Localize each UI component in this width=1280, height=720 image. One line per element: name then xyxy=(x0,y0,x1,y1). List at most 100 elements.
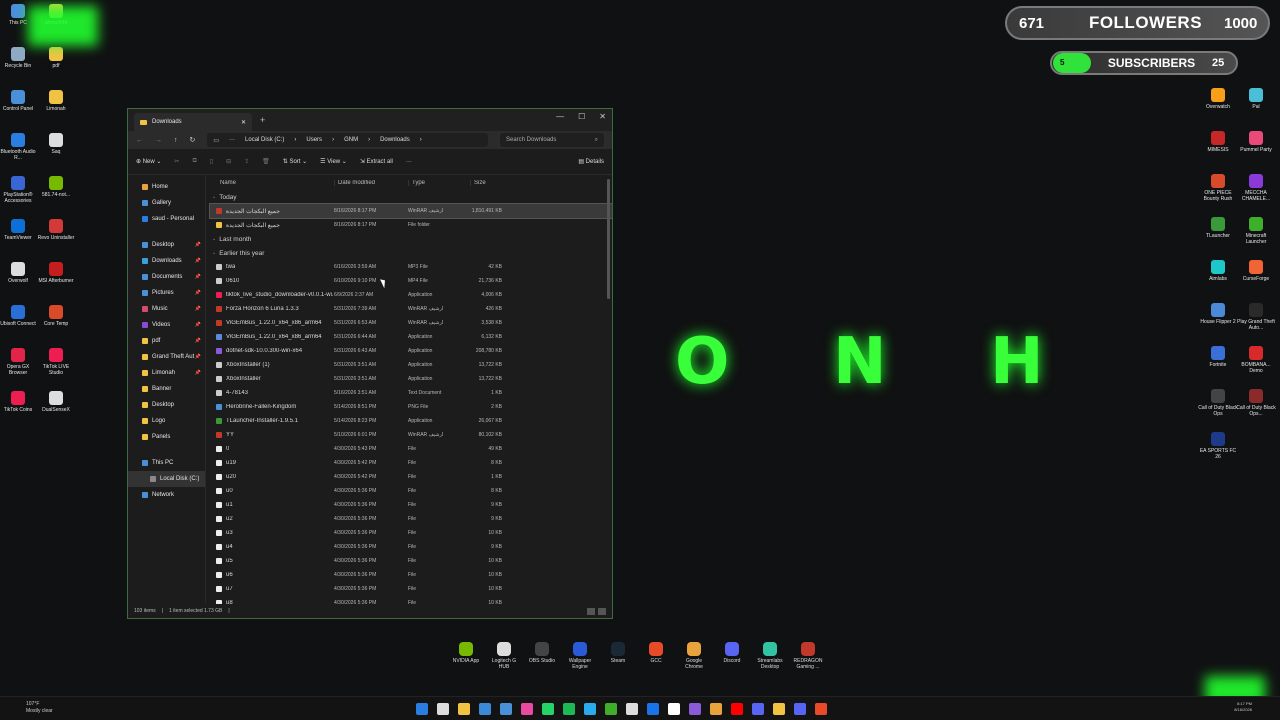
desktop-icon-pummel-party[interactable]: Pummel Party xyxy=(1236,131,1276,153)
desktop-icon-tiktok-live-studio[interactable]: TikTok LIVE Studio xyxy=(36,348,76,376)
file-row[interactable]: جميع البكجات الجديدة 8/16/2026 8:17 PM Fil… xyxy=(210,218,612,232)
taskbar-app-icon[interactable] xyxy=(500,703,512,715)
nav-item-limonah[interactable]: Limonah 📌 xyxy=(128,365,205,381)
file-row[interactable]: ViGEmBus_1.22.0_x64_x86_arm64 5/31/2026 6… xyxy=(210,330,612,344)
shortcut-redragon-gaming[interactable]: REDRAGON Gaming ... xyxy=(792,642,824,670)
file-row[interactable]: 0610 6/10/2026 9:10 PM MP4 File 21,736 KB xyxy=(210,274,612,288)
desktop-icon-aimlabs[interactable]: Aimlabs xyxy=(1198,260,1238,282)
file-row[interactable]: جميع البكجات الجديدة 8/16/2026 8:17 PM Win… xyxy=(209,203,612,219)
nav-item-network[interactable]: Network xyxy=(128,487,205,503)
column-size[interactable]: Size xyxy=(470,179,502,186)
back-icon[interactable]: ← xyxy=(136,137,143,144)
minimize-icon[interactable]: — xyxy=(556,112,564,121)
taskbar-app-icon[interactable] xyxy=(689,703,701,715)
desktop-icon-house-flipper-2[interactable]: House Flipper 2 xyxy=(1198,303,1238,325)
view-button[interactable]: ☰ View ⌄ xyxy=(320,158,347,165)
file-row[interactable]: u4 4/30/2026 5:36 PM File 9 KB xyxy=(210,540,612,554)
close-tab-icon[interactable]: ✕ xyxy=(241,119,246,126)
rename-icon[interactable]: ⊟ xyxy=(226,158,231,165)
desktop-icon-fortnite[interactable]: Fortnite xyxy=(1198,346,1238,368)
shortcut-logitech-g-hub[interactable]: Logitech G HUB xyxy=(488,642,520,670)
nav-item-grand-theft-aut[interactable]: Grand Theft Aut 📌 xyxy=(128,349,205,365)
share-icon[interactable]: ⇪ xyxy=(244,158,249,165)
nav-item-local-disk-c[interactable]: Local Disk (C:) xyxy=(128,471,205,487)
desktop-icon-pal[interactable]: Pal xyxy=(1236,88,1276,110)
desktop-icon-overwolf[interactable]: Overwolf xyxy=(0,262,38,284)
tab-downloads[interactable]: Downloads ✕ xyxy=(134,113,252,131)
desktop-icon-msi-afterburner[interactable]: MSI Afterburner xyxy=(36,262,76,284)
file-row[interactable]: XboxInstaller 5/31/2026 3:51 AM Applicatio… xyxy=(210,372,612,386)
tiles-view-icon[interactable] xyxy=(598,607,606,615)
desktop-icon-overwatch[interactable]: Overwatch xyxy=(1198,88,1238,110)
nav-item-videos[interactable]: Videos 📌 xyxy=(128,317,205,333)
taskbar-app-icon[interactable] xyxy=(437,703,449,715)
desktop-icon-call-of-duty-black-ops[interactable]: Call of Duty Black Ops... xyxy=(1236,389,1276,417)
file-row[interactable]: twa 6/16/2026 3:59 AM MP3 File 42 KB xyxy=(210,260,612,274)
up-icon[interactable]: ↑ xyxy=(174,137,178,144)
desktop-icon-bombana-demo[interactable]: BOMBANA... Demo xyxy=(1236,346,1276,374)
nav-item-panels[interactable]: Panels xyxy=(128,429,205,445)
breadcrumb-gnm[interactable]: GNM xyxy=(344,137,358,143)
nav-item-desktop[interactable]: Desktop xyxy=(128,397,205,413)
file-row[interactable]: u7 4/30/2026 5:36 PM File 10 KB xyxy=(210,582,612,596)
desktop-icon-playstation-accessories[interactable]: PlayStation® Accessories xyxy=(0,176,38,204)
search-input[interactable]: Search Downloads ⌕ xyxy=(500,133,604,147)
desktop-icon-saq[interactable]: Saq xyxy=(36,133,76,155)
weather-widget[interactable]: 107°F Mostly clear xyxy=(26,701,53,715)
taskbar-app-icon[interactable] xyxy=(521,703,533,715)
desktop-icon-revo-uninstaller[interactable]: Revo Uninstaller xyxy=(36,219,76,241)
details-button[interactable]: ▤ Details xyxy=(578,158,604,165)
nav-item-documents[interactable]: Documents 📌 xyxy=(128,269,205,285)
shortcut-gcc[interactable]: GCC xyxy=(640,642,672,670)
taskbar-app-icon[interactable] xyxy=(458,703,470,715)
desktop-icon-curseforge[interactable]: CurseForge xyxy=(1236,260,1276,282)
file-row[interactable]: u3 4/30/2026 5:36 PM File 10 KB xyxy=(210,526,612,540)
details-view-icon[interactable] xyxy=(587,607,595,615)
desktop-icon-ubisoft-connect[interactable]: Ubisoft Connect xyxy=(0,305,38,327)
taskbar-app-icon[interactable] xyxy=(710,703,722,715)
nav-item-home[interactable]: Home xyxy=(128,179,205,195)
shortcut-discord[interactable]: Discord xyxy=(716,642,748,670)
file-row[interactable]: u6 4/30/2026 5:36 PM File 10 KB xyxy=(210,568,612,582)
desktop-icon-call-of-duty-black-ops[interactable]: Call of Duty Black Ops xyxy=(1198,389,1238,417)
shortcut-nvidia-app[interactable]: NVIDIA App xyxy=(450,642,482,670)
desktop-icon-mimesis[interactable]: MIMESIS xyxy=(1198,131,1238,153)
nav-item-banner[interactable]: Banner xyxy=(128,381,205,397)
nav-item-this-pc[interactable]: This PC xyxy=(128,455,205,471)
desktop-icon-recycle-bin[interactable]: Recycle Bin xyxy=(0,47,38,69)
new-tab-button[interactable]: + xyxy=(260,115,265,125)
breadcrumb-c[interactable]: Local Disk (C:) xyxy=(245,137,284,143)
taskbar-app-icon[interactable] xyxy=(479,703,491,715)
close-icon[interactable]: ✕ xyxy=(599,112,606,121)
nav-item-pictures[interactable]: Pictures 📌 xyxy=(128,285,205,301)
cut-icon[interactable]: ✂ xyxy=(174,158,179,165)
taskbar-app-icon[interactable] xyxy=(542,703,554,715)
refresh-icon[interactable]: ↻ xyxy=(190,136,196,144)
column-date-modified[interactable]: Date modified xyxy=(334,179,408,186)
file-row[interactable]: 0 4/30/2026 5:43 PM File 49 KB xyxy=(210,442,612,456)
desktop-icon-teamviewer[interactable]: TeamViewer xyxy=(0,219,38,241)
nav-item-logo[interactable]: Logo xyxy=(128,413,205,429)
nav-item-gallery[interactable]: Gallery xyxy=(128,195,205,211)
nav-item-desktop[interactable]: Desktop 📌 xyxy=(128,237,205,253)
file-row[interactable]: ViGEmBus_1.22.0_x64_x86_arm64 5/31/2026 6… xyxy=(210,316,612,330)
desktop-icon-meccha-chamele[interactable]: MECCHA CHAMELE... xyxy=(1236,174,1276,202)
file-row[interactable]: u5 4/30/2026 5:36 PM File 10 KB xyxy=(210,554,612,568)
taskbar-app-icon[interactable] xyxy=(647,703,659,715)
file-row[interactable]: u20 4/30/2026 5:42 PM File 1 KB xyxy=(210,470,612,484)
nav-item-music[interactable]: Music 📌 xyxy=(128,301,205,317)
desktop-icon-core-temp[interactable]: Core Temp xyxy=(36,305,76,327)
shortcut-obs-studio[interactable]: OBS Studio xyxy=(526,642,558,670)
file-row[interactable]: u19 4/30/2026 5:42 PM File 8 KB xyxy=(210,456,612,470)
taskbar-app-icon[interactable] xyxy=(668,703,680,715)
desktop-icon-play-grand-theft-auto[interactable]: Play Grand Theft Auto... xyxy=(1236,303,1276,331)
desktop-icon-minecraft-launcher[interactable]: Minecraft Launcher xyxy=(1236,217,1276,245)
forward-icon[interactable]: → xyxy=(155,137,162,144)
breadcrumb-users[interactable]: Users xyxy=(306,137,322,143)
taskbar-app-icon[interactable] xyxy=(815,703,827,715)
sort-button[interactable]: ⇅ Sort ⌄ xyxy=(283,158,307,165)
file-row[interactable]: Forza Horizon 6 Luna 1.3.3 5/31/2026 7:39… xyxy=(210,302,612,316)
desktop-icon-581-74-not[interactable]: 581.74-not... xyxy=(36,176,76,198)
new-button[interactable]: ⊕ New ⌄ xyxy=(136,158,161,165)
file-row[interactable]: XboxInstaller (1) 5/31/2026 3:51 AM Applic… xyxy=(210,358,612,372)
